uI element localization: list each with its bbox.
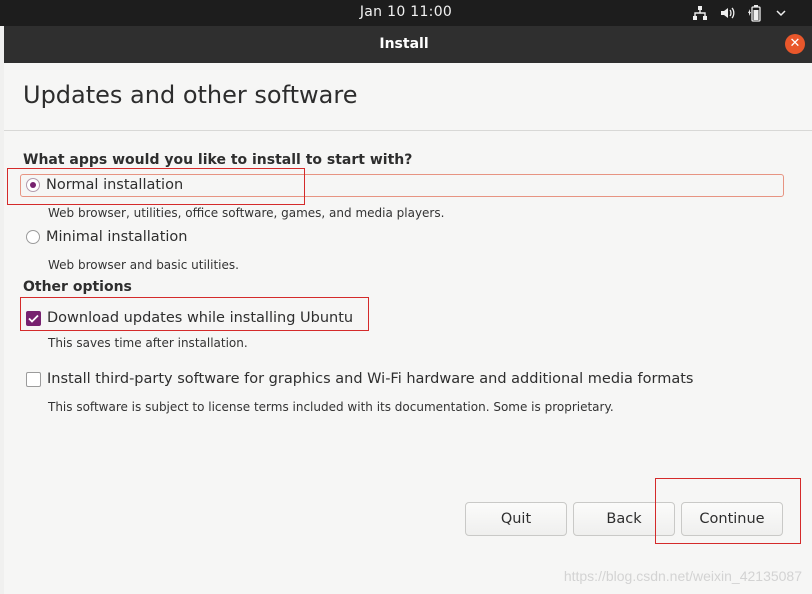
apps-section-heading: What apps would you like to install to s…: [23, 152, 413, 168]
checkbox-unchecked-icon[interactable]: [26, 371, 41, 387]
top-panel: Jan 10 11:00: [0, 0, 812, 26]
network-icon[interactable]: [692, 5, 708, 21]
clock[interactable]: Jan 10 11:00: [0, 4, 812, 20]
third-party-software-label[interactable]: Install third-party software for graphic…: [47, 371, 693, 387]
normal-installation-description: Web browser, utilities, office software,…: [48, 206, 445, 220]
quit-button[interactable]: Quit: [465, 502, 567, 536]
window-title: Install: [379, 36, 429, 52]
download-updates-label[interactable]: Download updates while installing Ubuntu: [47, 310, 353, 326]
close-icon[interactable]: ✕: [785, 34, 805, 54]
window-titlebar[interactable]: Install ✕: [4, 26, 812, 63]
minimal-installation-radio[interactable]: Minimal installation: [26, 229, 187, 245]
watermark: https://blog.csdn.net/weixin_42135087: [563, 568, 802, 584]
minimal-installation-label[interactable]: Minimal installation: [46, 229, 187, 245]
third-party-software-description: This software is subject to license term…: [48, 400, 614, 414]
other-options-heading: Other options: [23, 279, 132, 295]
system-tray[interactable]: [692, 3, 786, 23]
normal-installation-radio[interactable]: Normal installation: [26, 177, 183, 193]
third-party-software-checkbox[interactable]: Install third-party software for graphic…: [26, 371, 693, 387]
back-button[interactable]: Back: [573, 502, 675, 536]
normal-installation-label[interactable]: Normal installation: [46, 177, 183, 193]
power-menu-icon[interactable]: [776, 5, 786, 21]
continue-button[interactable]: Continue: [681, 502, 783, 536]
volume-icon[interactable]: [720, 5, 736, 21]
divider: [4, 130, 812, 131]
radio-selected-icon[interactable]: [26, 178, 40, 192]
minimal-installation-description: Web browser and basic utilities.: [48, 258, 239, 272]
download-updates-description: This saves time after installation.: [48, 336, 248, 350]
page-title: Updates and other software: [23, 81, 358, 109]
battery-icon[interactable]: [748, 4, 764, 22]
download-updates-checkbox[interactable]: Download updates while installing Ubuntu: [26, 310, 353, 326]
checkbox-checked-icon[interactable]: [26, 310, 41, 326]
radio-unselected-icon[interactable]: [26, 230, 40, 244]
installer-content: Updates and other software What apps wou…: [4, 63, 812, 594]
